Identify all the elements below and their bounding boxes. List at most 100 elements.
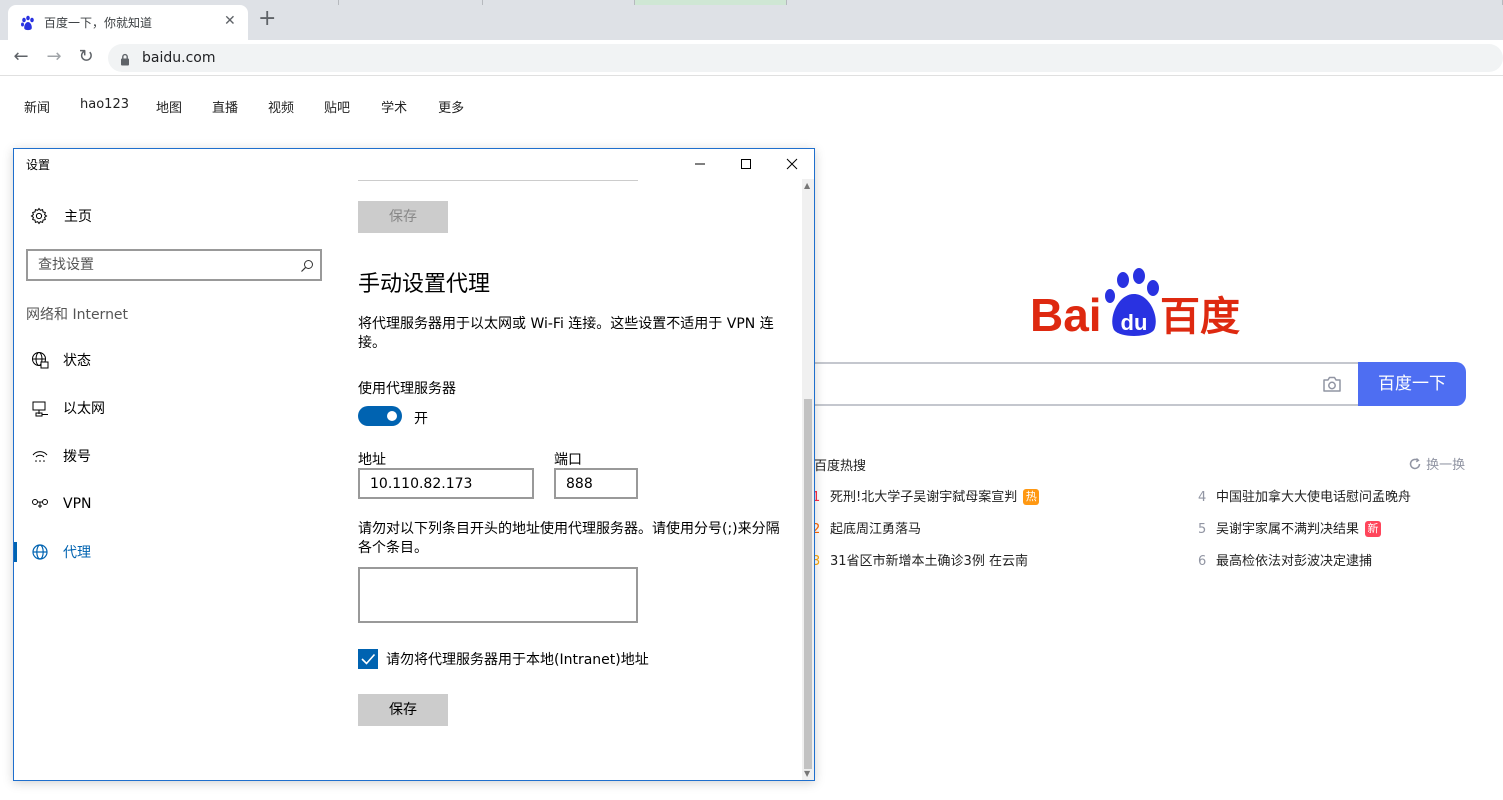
logo-text-bai: Bai	[1030, 289, 1102, 338]
sidebar-item-dialup[interactable]: 拨号	[14, 436, 334, 476]
background-tab[interactable]	[339, 0, 483, 5]
port-label: 端口	[554, 452, 582, 468]
nav-link-xueshu[interactable]: 学术	[381, 97, 407, 116]
browser-toolbar: ← → ↻ baidu.com	[0, 40, 1503, 76]
hot-rank: 4	[1198, 490, 1207, 505]
exceptions-textarea[interactable]	[358, 567, 638, 623]
bypass-local-checkbox[interactable]	[358, 649, 378, 669]
sidebar-item-label: 代理	[63, 545, 91, 561]
address-bar-url[interactable]: baidu.com	[142, 50, 215, 66]
baidu-search-button[interactable]: 百度一下	[1358, 362, 1466, 406]
active-indicator	[14, 542, 17, 562]
toggle-state-label: 开	[414, 411, 428, 427]
address-label: 地址	[358, 452, 386, 468]
tab-close-icon[interactable]: ✕	[224, 13, 236, 29]
toggle-knob	[387, 411, 397, 421]
sidebar-category: 网络和 Internet	[26, 307, 129, 323]
save-button-top[interactable]: 保存	[358, 201, 448, 233]
settings-search-box[interactable]	[26, 249, 322, 281]
sidebar-item-proxy[interactable]: 代理	[14, 532, 334, 572]
logo-text-du: du	[1121, 310, 1148, 335]
hot-search-title[interactable]: 百度热搜	[814, 455, 866, 474]
scroll-down-icon[interactable]: ▼	[804, 769, 810, 778]
hot-refresh-label: 换一换	[1426, 458, 1466, 473]
refresh-icon	[1409, 458, 1421, 470]
background-tab[interactable]	[787, 0, 1503, 5]
scrollbar-thumb[interactable]	[804, 399, 812, 769]
new-badge: 新	[1365, 521, 1382, 537]
proxy-globe-icon	[30, 542, 50, 562]
new-tab-button[interactable]: +	[258, 8, 276, 30]
sidebar-item-status[interactable]: 状态	[14, 340, 334, 380]
sidebar-home-label: 主页	[64, 209, 92, 225]
exceptions-description: 请勿对以下列条目开头的地址使用代理服务器。请使用分号(;)来分隔各个条目。	[358, 521, 780, 556]
hot-text: 最高检依法对彭波决定逮捕	[1216, 554, 1373, 569]
hot-text: 死刑!北大学子吴谢宇弑母案宣判	[830, 490, 1018, 505]
nav-link-map[interactable]: 地图	[156, 97, 182, 116]
baidu-search-input[interactable]	[800, 362, 1358, 406]
settings-scrollbar[interactable]: ▲ ▼	[802, 179, 814, 780]
nav-link-news[interactable]: 新闻	[24, 97, 50, 116]
dialup-icon	[30, 446, 50, 466]
forward-button[interactable]: →	[43, 46, 65, 68]
active-tab[interactable]: 百度一下，你就知道 ✕	[8, 5, 248, 40]
hot-rank: 5	[1198, 522, 1207, 537]
sidebar-home[interactable]: 主页	[30, 206, 92, 226]
scroll-up-icon[interactable]: ▲	[804, 181, 810, 190]
hot-search-item[interactable]: 6 最高检依法对彭波决定逮捕	[1198, 550, 1372, 569]
sidebar-item-label: 拨号	[63, 449, 91, 465]
address-bar[interactable]: baidu.com	[108, 44, 1503, 72]
browser-tabstrip: 百度一下，你就知道 ✕ +	[0, 0, 1503, 40]
sidebar-item-label: 以太网	[63, 401, 105, 417]
settings-window: 设置 主页 网络和 Internet	[13, 148, 815, 781]
use-proxy-label: 使用代理服务器	[358, 381, 456, 397]
settings-search-input[interactable]	[38, 255, 288, 275]
baidu-logo[interactable]: Bai du 百度	[1030, 266, 1250, 338]
hot-refresh-button[interactable]: 换一换	[1408, 454, 1465, 473]
port-input[interactable]	[566, 474, 638, 494]
sidebar-item-label: VPN	[63, 496, 92, 512]
background-tab[interactable]	[483, 0, 635, 5]
hot-search-item[interactable]: 2 起底周江勇落马	[812, 518, 921, 537]
nav-link-live[interactable]: 直播	[212, 97, 238, 116]
hot-text: 吴谢宇家属不满判决结果	[1216, 522, 1360, 537]
save-button[interactable]: 保存	[358, 694, 448, 726]
background-tab[interactable]	[635, 0, 787, 5]
gear-icon	[30, 207, 48, 225]
back-button[interactable]: ←	[10, 46, 32, 68]
bypass-local-label[interactable]: 请勿将代理服务器用于本地(Intranet)地址	[386, 649, 649, 669]
hot-text: 中国驻加拿大大使电话慰问孟晚舟	[1216, 490, 1412, 505]
hot-badge: 热	[1023, 489, 1040, 505]
hot-text: 起底周江勇落马	[830, 522, 922, 537]
nav-link-tieba[interactable]: 贴吧	[324, 97, 350, 116]
baidu-paw-icon	[20, 15, 36, 31]
window-title: 设置	[26, 158, 51, 172]
sidebar-item-ethernet[interactable]: 以太网	[14, 388, 334, 428]
search-icon[interactable]	[300, 258, 314, 277]
address-field[interactable]	[358, 468, 534, 499]
tab-title: 百度一下，你就知道	[44, 16, 153, 30]
manual-proxy-description: 将代理服务器用于以太网或 Wi-Fi 连接。这些设置不适用于 VPN 连接。	[358, 316, 774, 351]
hot-search-item[interactable]: 4 中国驻加拿大大使电话慰问孟晚舟	[1198, 486, 1411, 505]
sidebar-item-vpn[interactable]: VPN	[14, 484, 334, 524]
hot-search-item[interactable]: 5 吴谢宇家属不满判决结果新	[1198, 518, 1382, 537]
nav-link-video[interactable]: 视频	[268, 97, 294, 116]
reload-button[interactable]: ↻	[75, 46, 97, 68]
port-field[interactable]	[554, 468, 638, 499]
vpn-icon	[30, 494, 50, 514]
use-proxy-toggle[interactable]	[358, 406, 402, 426]
manual-proxy-heading: 手动设置代理	[358, 272, 491, 297]
proxy-settings-panel: 保存 手动设置代理 将代理服务器用于以太网或 Wi-Fi 连接。这些设置不适用于…	[358, 149, 798, 780]
hot-text: 31省区市新增本土确诊3例 在云南	[830, 554, 1028, 569]
address-input[interactable]	[370, 474, 525, 494]
nav-link-more[interactable]: 更多	[438, 97, 464, 116]
camera-icon[interactable]	[1322, 375, 1342, 397]
lock-icon[interactable]	[120, 51, 130, 70]
divider	[358, 180, 638, 181]
nav-link-hao123[interactable]: hao123	[80, 97, 129, 116]
checkmark-icon	[361, 653, 376, 665]
baidu-top-nav: 新闻 hao123 地图 直播 视频 贴吧 学术 更多	[24, 97, 464, 116]
hot-search-item[interactable]: 3 31省区市新增本土确诊3例 在云南	[812, 550, 1028, 569]
hot-search-item[interactable]: 1 死刑!北大学子吴谢宇弑母案宣判热	[812, 486, 1040, 505]
logo-text-baidu-cn: 百度	[1160, 294, 1240, 338]
